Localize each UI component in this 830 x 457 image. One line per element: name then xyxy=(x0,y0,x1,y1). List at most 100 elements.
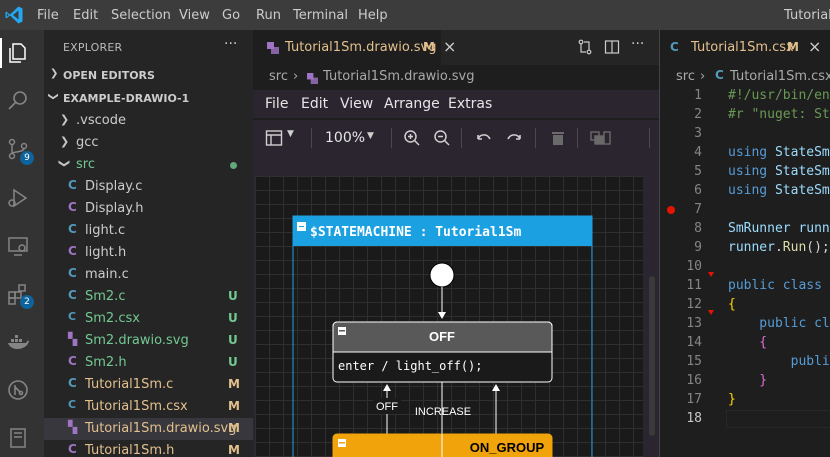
drawio-menu-extras[interactable]: Extras xyxy=(448,96,492,112)
menu-terminal[interactable]: Terminal xyxy=(293,8,348,23)
chevron-down-icon[interactable]: ▼ xyxy=(287,129,294,139)
scm-badge: 9 xyxy=(20,151,34,165)
compare-changes-icon[interactable] xyxy=(577,39,593,55)
code-token: } xyxy=(728,392,736,407)
breakpoint-icon[interactable] xyxy=(667,206,675,214)
toolbar-divider xyxy=(391,128,392,148)
tree-item[interactable]: ❯ gcc xyxy=(44,132,253,154)
breadcrumb-file[interactable]: Tutorial1Sm.drawio.svg xyxy=(323,69,475,84)
c-file-icon: C xyxy=(68,222,77,236)
docker-icon[interactable] xyxy=(6,330,30,354)
drawio-menu-arrange[interactable]: Arrange xyxy=(384,96,440,112)
redo-icon[interactable] xyxy=(505,129,523,147)
menu-run[interactable]: Run xyxy=(256,8,281,23)
tree-item[interactable]: C Tutorial1Sm.h M xyxy=(44,440,253,457)
canvas-scrollbar[interactable] xyxy=(649,276,655,436)
csharp-file-icon: C xyxy=(715,68,724,82)
csharp-file-icon: C xyxy=(670,40,679,54)
zoom-level[interactable]: 100% xyxy=(325,130,365,146)
code-line[interactable]: using StateSmith.Runner xyxy=(728,183,830,202)
git-graph-icon[interactable] xyxy=(6,378,30,402)
tab-drawio-file[interactable]: Tutorial1Sm.drawio.svg M xyxy=(253,30,441,65)
title-bar: File Edit Selection View Go Run Terminal… xyxy=(0,0,830,30)
tree-item[interactable]: C Sm2.csx U xyxy=(44,308,253,330)
run-debug-icon[interactable] xyxy=(6,186,30,210)
drawio-menu-file[interactable]: File xyxy=(265,96,288,112)
drawio-file-icon xyxy=(307,73,318,84)
project-section[interactable]: ❯ EXAMPLE-DRAWIO-1 xyxy=(44,88,253,110)
close-tab-icon[interactable]: × xyxy=(808,37,821,56)
code-line[interactable]: using StateSmith.Output xyxy=(728,164,830,183)
tree-item[interactable]: Cmain.c xyxy=(44,264,253,286)
format-panel-icon[interactable] xyxy=(265,129,283,147)
code-token: public xyxy=(728,354,830,369)
tree-item[interactable]: ▚ Tutorial1Sm.drawio.svg M xyxy=(44,418,253,440)
menu-help[interactable]: Help xyxy=(358,8,388,23)
code-line[interactable]: } xyxy=(728,392,736,411)
tree-item[interactable]: ▚ Sm2.drawio.svg U xyxy=(44,330,253,352)
chevron-down-icon[interactable]: ▼ xyxy=(367,131,374,141)
toolbar-divider xyxy=(311,128,312,148)
menu-file[interactable]: File xyxy=(37,8,59,23)
tree-item[interactable]: C Display.c xyxy=(44,176,253,198)
drawio-menu-view[interactable]: View xyxy=(340,96,373,112)
tree-item[interactable]: C Sm2.c U xyxy=(44,286,253,308)
breadcrumb-separator: › xyxy=(700,69,706,84)
menu-go[interactable]: Go xyxy=(222,8,240,23)
breadcrumb-folder[interactable]: src xyxy=(676,69,695,84)
code-line[interactable]: } xyxy=(728,373,767,392)
tab-modified-badge: M xyxy=(423,40,435,54)
tree-item[interactable]: C Tutorial1Sm.csx M xyxy=(44,396,253,418)
code-line[interactable]: public class xyxy=(728,316,830,335)
tab-csx-file[interactable]: C Tutorial1Sm.csx M × xyxy=(660,30,830,65)
git-status-badge: M xyxy=(228,443,240,457)
menu-view[interactable]: View xyxy=(179,8,210,23)
code-line[interactable]: public class MyRenderConfig xyxy=(728,278,830,297)
tree-item[interactable]: ❯ .vscode xyxy=(44,110,253,132)
code-line[interactable]: #!/usr/bin/env dotnet-script xyxy=(728,88,830,107)
zoom-in-icon[interactable] xyxy=(403,129,421,147)
initial-state[interactable] xyxy=(429,262,455,288)
code-line[interactable]: runner.Run(); xyxy=(728,240,830,259)
tree-item[interactable]: C Sm2.h U xyxy=(44,352,253,374)
delete-icon[interactable] xyxy=(549,129,567,147)
undo-icon[interactable] xyxy=(475,129,493,147)
tree-item[interactable]: C Display.h xyxy=(44,198,253,220)
drawio-file-icon: ▚ xyxy=(68,420,78,434)
more-actions-icon[interactable]: ··· xyxy=(631,36,644,52)
drawio-menu-edit[interactable]: Edit xyxy=(301,96,328,112)
tree-item[interactable]: Clight.h xyxy=(44,242,253,264)
folding-marker-icon[interactable] xyxy=(708,272,714,277)
search-icon[interactable] xyxy=(6,89,30,113)
folding-marker-icon[interactable] xyxy=(708,310,714,315)
tree-item-label: Tutorial1Sm.h xyxy=(85,443,175,457)
menu-selection[interactable]: Selection xyxy=(111,8,171,23)
remote-explorer-icon[interactable] xyxy=(6,234,30,258)
vscode-logo-icon[interactable] xyxy=(4,5,24,25)
tree-item[interactable]: ❯ src xyxy=(44,154,253,176)
breadcrumb-file[interactable]: Tutorial1Sm.csx xyxy=(730,69,830,84)
zoom-out-icon[interactable] xyxy=(433,129,451,147)
c-header-file-icon: C xyxy=(68,354,77,368)
open-editors-section[interactable]: ❯ OPEN EDITORS xyxy=(44,65,253,87)
menu-edit[interactable]: Edit xyxy=(73,8,98,23)
line-number: 14 xyxy=(686,335,702,350)
code-line[interactable]: { xyxy=(728,335,767,354)
tree-item[interactable]: Clight.c xyxy=(44,220,253,242)
transition-off-label: OFF xyxy=(376,401,398,413)
explorer-icon[interactable] xyxy=(6,41,30,65)
tree-item[interactable]: C Tutorial1Sm.c M xyxy=(44,374,253,396)
more-actions-icon[interactable]: ··· xyxy=(224,36,237,52)
notebook-icon[interactable] xyxy=(6,426,30,450)
tree-item-label: Display.h xyxy=(85,201,144,216)
code-line[interactable]: public xyxy=(728,354,830,373)
split-editor-icon[interactable] xyxy=(604,39,620,55)
code-line[interactable]: #r "nuget: StateSmith" xyxy=(728,107,830,126)
code-line[interactable]: SmRunner runner xyxy=(728,221,830,240)
to-front-icon[interactable] xyxy=(589,129,611,147)
code-line[interactable]: { xyxy=(728,297,736,316)
code-line[interactable]: using StateSmith.Input xyxy=(728,145,830,164)
breadcrumb-folder[interactable]: src xyxy=(269,69,288,84)
close-tab-icon[interactable]: × xyxy=(443,37,456,56)
code-token: StateSmith.Runner xyxy=(774,183,830,198)
